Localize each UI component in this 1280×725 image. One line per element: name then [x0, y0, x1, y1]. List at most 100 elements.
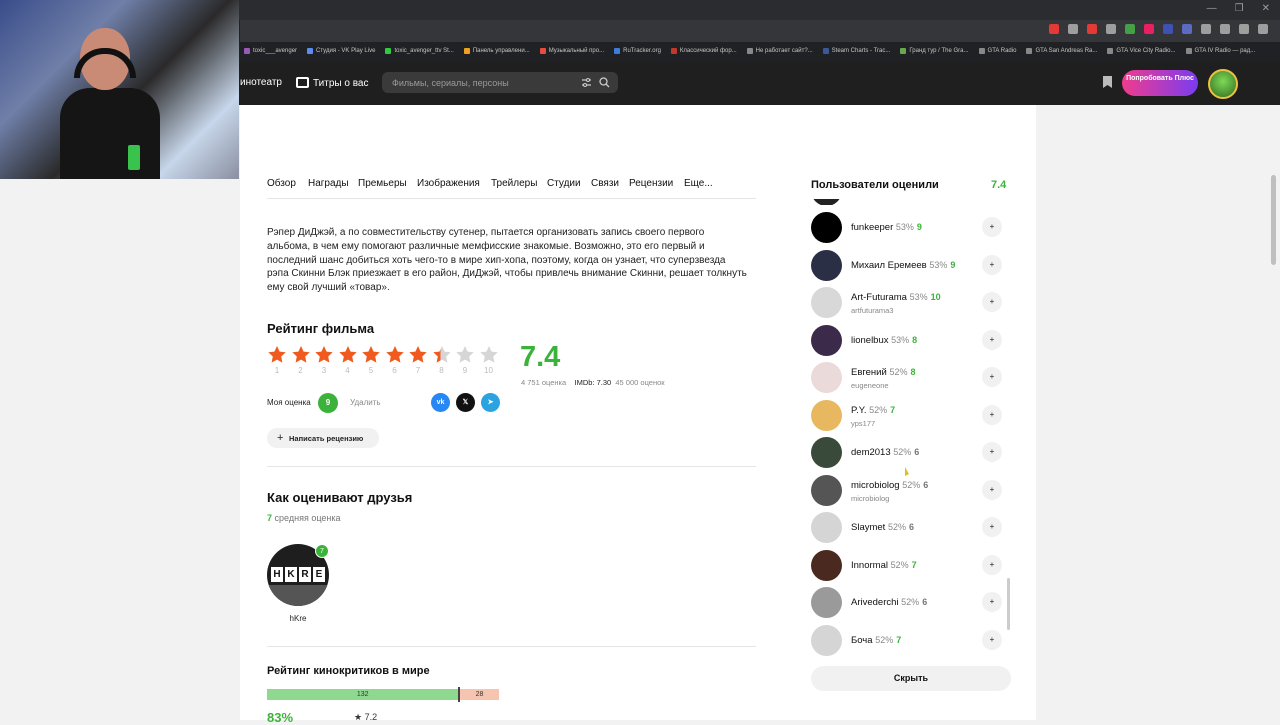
star-icon[interactable] — [432, 345, 452, 365]
bookmark-item[interactable]: Steam Charts - Trac... — [822, 48, 890, 54]
user-name[interactable]: Михаил Еремеев — [851, 260, 927, 271]
user-name[interactable]: Arivederchi — [851, 597, 899, 608]
hide-button[interactable]: Скрыть — [811, 666, 1011, 691]
extension-icon[interactable] — [1239, 24, 1249, 34]
page-scrollbar[interactable] — [1271, 175, 1276, 265]
star-icon[interactable] — [455, 345, 475, 365]
minimize-icon[interactable]: — — [1207, 3, 1217, 14]
tab-item[interactable]: Награды — [308, 178, 349, 189]
user-row[interactable]: Михаил Еремеев 53% 9 + — [811, 249, 1011, 282]
user-row[interactable]: Innormal 52% 7 + — [811, 549, 1011, 582]
user-avatar[interactable] — [811, 324, 842, 356]
extension-icon[interactable] — [1201, 24, 1211, 34]
bookmark-item[interactable]: Музыкальный про... — [539, 48, 604, 54]
remove-rating-link[interactable]: Удалить — [350, 398, 381, 407]
star-icon[interactable] — [291, 345, 311, 365]
nav-cinema[interactable]: инотеатр — [240, 77, 282, 88]
user-name[interactable]: dem2013 — [851, 447, 891, 458]
star-icon[interactable] — [361, 345, 381, 365]
user-row[interactable]: funkeeper 53% 9 + — [811, 212, 1011, 244]
star-icon[interactable] — [338, 345, 358, 365]
user-row[interactable]: microbiolog 52% 6 microbiolog + — [811, 474, 1011, 507]
user-name[interactable]: Innormal — [851, 560, 888, 571]
extension-icon[interactable] — [1182, 24, 1192, 34]
user-row[interactable]: Slaymet 52% 6 + — [811, 512, 1011, 544]
friend-name[interactable]: hKre — [267, 614, 329, 623]
star-icon[interactable] — [314, 345, 334, 365]
add-friend-icon[interactable]: + — [982, 404, 1002, 425]
add-friend-icon[interactable]: + — [982, 442, 1002, 462]
add-friend-icon[interactable]: + — [982, 367, 1002, 387]
restore-icon[interactable]: ❐ — [1235, 3, 1244, 14]
tab-item[interactable]: Премьеры — [358, 178, 407, 189]
telegram-share-icon[interactable]: ➤ — [481, 393, 500, 412]
search-icon[interactable] — [599, 77, 610, 88]
add-friend-icon[interactable]: + — [982, 592, 1002, 612]
user-name[interactable]: P.Y. — [851, 405, 867, 416]
tab-item[interactable]: Связи — [591, 178, 619, 189]
user-avatar[interactable] — [811, 287, 842, 318]
bookmark-item[interactable]: GTA Radio — [978, 48, 1016, 54]
nav-credits[interactable]: Титры о вас — [296, 77, 368, 89]
extension-icon[interactable] — [1106, 24, 1116, 34]
extension-icon[interactable] — [1068, 24, 1078, 34]
user-row[interactable]: Arivederchi 52% 6 + — [811, 587, 1011, 619]
star-icon[interactable] — [408, 345, 428, 365]
user-avatar[interactable] — [811, 212, 842, 243]
extension-icon[interactable] — [1220, 24, 1230, 34]
user-avatar[interactable] — [811, 549, 842, 581]
user-row[interactable]: Боча 52% 7 + — [811, 624, 1011, 657]
tab-item[interactable]: Еще... — [684, 178, 713, 189]
bookmark-item[interactable]: toxic___avenger — [244, 48, 297, 54]
user-name[interactable]: Art-Futurama — [851, 292, 907, 303]
add-friend-icon[interactable]: + — [982, 329, 1002, 350]
add-friend-icon[interactable]: + — [982, 554, 1002, 575]
add-friend-icon[interactable]: + — [982, 292, 1002, 312]
extension-icon[interactable] — [1163, 24, 1173, 34]
user-avatar[interactable] — [811, 249, 842, 281]
write-review-button[interactable]: + Написать рецензию — [267, 428, 379, 448]
search-input[interactable]: Фильмы, сериалы, персоны — [382, 72, 618, 93]
user-avatar[interactable] — [811, 624, 842, 656]
try-plus-button[interactable]: Попробовать Плюс — [1122, 70, 1198, 96]
user-name[interactable]: microbiolog — [851, 480, 900, 491]
add-friend-icon[interactable]: + — [982, 479, 1002, 500]
list-scrollbar[interactable] — [1007, 578, 1010, 630]
bookmark-item[interactable]: Классический фор... — [670, 48, 737, 54]
add-friend-icon[interactable]: + — [982, 517, 1002, 537]
user-name[interactable]: funkeeper — [851, 222, 893, 233]
bookmark-item[interactable]: RuTracker.org — [614, 48, 661, 54]
bookmark-item[interactable]: Гранд тур / The Gra... — [900, 48, 969, 54]
user-row[interactable]: dem2013 52% 6 + — [811, 437, 1011, 469]
tab-item[interactable]: Обзор — [267, 178, 296, 189]
user-avatar[interactable] — [811, 362, 842, 393]
user-row[interactable]: Art-Futurama 53% 10 artfuturama3 + — [811, 287, 1011, 319]
bookmark-item[interactable]: Не работает сайт?... — [746, 48, 813, 54]
star-icon[interactable] — [267, 345, 287, 365]
star-icon[interactable] — [385, 345, 405, 365]
add-friend-icon[interactable]: + — [982, 217, 1002, 237]
user-avatar[interactable] — [1208, 69, 1238, 99]
bookmark-item[interactable]: toxic_avenger_ttv St... — [385, 48, 454, 54]
user-avatar[interactable] — [811, 399, 842, 431]
bookmark-item[interactable]: GTA IV Radio — рад... — [1185, 48, 1255, 54]
extension-icon[interactable] — [1049, 24, 1059, 34]
bookmark-item[interactable]: GTA San Andreas Ra... — [1026, 48, 1097, 54]
user-name[interactable]: Боча — [851, 635, 873, 646]
user-row[interactable]: P.Y. 52% 7 yps177 + — [811, 399, 1011, 432]
tab-item[interactable]: Рецензии — [629, 178, 673, 189]
bookmark-item[interactable]: Панель управлени... — [463, 48, 530, 54]
star-icon[interactable] — [479, 345, 499, 365]
user-name[interactable]: Slaymet — [851, 522, 885, 533]
extension-icon[interactable] — [1144, 24, 1154, 34]
tab-item[interactable]: Трейлеры — [491, 178, 537, 189]
tab-item[interactable]: Студии — [547, 178, 581, 189]
extension-icon[interactable] — [1258, 24, 1268, 34]
extension-icon[interactable] — [1087, 24, 1097, 34]
vk-share-icon[interactable]: vk — [431, 393, 450, 412]
user-row[interactable]: lionelbux 53% 8 + — [811, 324, 1011, 357]
user-name[interactable]: lionelbux — [851, 335, 889, 346]
extension-icon[interactable] — [1125, 24, 1135, 34]
user-avatar[interactable] — [811, 512, 842, 543]
user-row[interactable]: Евгений 52% 8 eugeneone + — [811, 362, 1011, 394]
